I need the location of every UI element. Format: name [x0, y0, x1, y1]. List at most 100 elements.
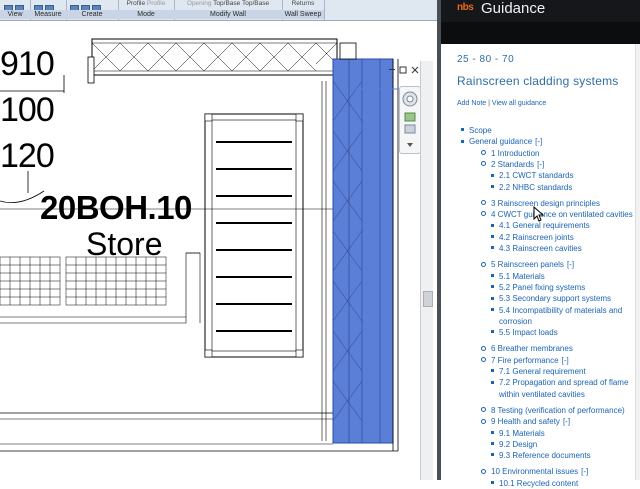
browser-scrollbar[interactable]: [635, 44, 640, 480]
toc-item[interactable]: 1 Introduction: [481, 149, 539, 159]
toc-item-continuation[interactable]: corrosion: [499, 317, 532, 327]
ribbon-group-create[interactable]: Create: [66, 0, 119, 20]
room-name-tag[interactable]: 20BOH.10: [40, 191, 192, 225]
ribbon-group-label: Wall Sweep: [282, 10, 324, 19]
toc-item[interactable]: 5.5 Impact loads: [491, 328, 558, 338]
toc-item[interactable]: 9.2 Design: [491, 440, 537, 450]
ribbon-top-labels: Profile Profile: [126, 0, 166, 7]
toc-item-label: 10 Environmental issues: [491, 467, 579, 477]
bullet-icon: [491, 184, 494, 188]
toc-item[interactable]: 9 Health and safety [-]: [481, 417, 570, 427]
view-icons: [4, 1, 26, 14]
bullet-icon: [481, 161, 486, 167]
bullet-icon: [491, 380, 494, 384]
bullet-icon: [491, 285, 494, 289]
toc-item[interactable]: General guidance [-]: [461, 137, 542, 147]
toc-item-label: 4.3 Rainscreen cavities: [499, 244, 582, 253]
measure-icons: [34, 1, 62, 14]
toc-item-label: Scope: [469, 126, 492, 135]
toc-item[interactable]: 7.1 General requirement: [491, 367, 586, 377]
navigation-bar[interactable]: [399, 86, 421, 154]
ribbon-group-measure[interactable]: Measure: [30, 0, 67, 20]
room-number-label: 100: [0, 91, 55, 129]
toc-item[interactable]: 7 Fire performance [-]: [481, 356, 569, 366]
toc-item-label: 5.3 Secondary support systems: [499, 294, 612, 304]
bullet-icon: [491, 246, 494, 250]
room-type-tag[interactable]: Store: [86, 227, 162, 261]
view-all-guidance-link[interactable]: View all guidance: [492, 100, 546, 107]
bullet-icon: [491, 330, 494, 334]
bullet-icon: [481, 418, 486, 424]
ribbon-group-view[interactable]: View: [0, 0, 31, 20]
toc-item[interactable]: 5.1 Materials: [491, 272, 545, 282]
toc-item[interactable]: 5.4 Incompatibility of materials and: [491, 306, 622, 316]
toc-item-label: 5.1 Materials: [499, 271, 545, 281]
toc-item[interactable]: 9.3 Reference documents: [491, 451, 591, 461]
bullet-icon: [491, 453, 494, 457]
toc-item[interactable]: 2 Standards [-]: [481, 160, 544, 170]
toc-item[interactable]: 10 Environmental issues [-]: [481, 467, 588, 477]
toc-item[interactable]: 4.1 General requirements: [491, 221, 590, 231]
toc-item[interactable]: 10.1 Recycled content: [491, 479, 578, 489]
toc-item-label: 7.2 Propagation and spread of flame: [499, 378, 629, 388]
guidance-links: Add Note | View all guidance: [457, 100, 546, 107]
section-title: Rainscreen cladding systems: [457, 74, 619, 88]
ribbon-top-labels: Returns: [291, 0, 315, 7]
toc-toggle[interactable]: [-]: [581, 467, 588, 476]
ribbon-group-modify-wall[interactable]: Opening Top/Base Top/Base Modify Wall: [174, 0, 283, 20]
toc-item[interactable]: 4.3 Rainscreen cavities: [491, 244, 582, 254]
toc-item-label: 8 Testing (verification of performance): [491, 405, 625, 415]
scrollbar-thumb[interactable]: [423, 291, 433, 307]
vertical-scrollbar[interactable]: [420, 61, 433, 480]
create-icons: [70, 1, 114, 14]
window-controls-icons: [389, 66, 419, 74]
room-number-label: 120: [0, 137, 55, 175]
toc-item[interactable]: 4 CWCT guidance on ventilated cavities[-…: [481, 210, 640, 220]
toc-item[interactable]: 5.3 Secondary support systems: [491, 294, 611, 304]
toc-item-label: 4 CWCT guidance on ventilated cavities: [491, 210, 633, 220]
toc-item[interactable]: 9.1 Materials: [491, 429, 545, 439]
ribbon-top-labels: Opening Top/Base Top/Base: [186, 0, 270, 7]
toc-toggle[interactable]: [-]: [535, 137, 542, 146]
toc-item-label: 6 Breather membranes: [491, 344, 573, 354]
toc-item-label: 9 Health and safety: [491, 417, 560, 427]
toc-item-continuation[interactable]: within ventilated cavities: [499, 390, 585, 400]
add-note-link[interactable]: Add Note: [457, 100, 486, 107]
bullet-icon: [491, 296, 494, 300]
guidance-content: 25 - 80 - 70 Rainscreen cladding systems…: [441, 44, 640, 488]
bullet-icon: [481, 200, 486, 206]
toc-item[interactable]: 6 Breather membranes: [481, 344, 573, 354]
toc-toggle[interactable]: [-]: [562, 356, 569, 365]
toc-item[interactable]: 2.2 NHBC standards: [491, 183, 572, 193]
toc-item[interactable]: 5 Rainscreen panels [-]: [481, 260, 574, 270]
drawing-view[interactable]: 910 100 120 20BOH.10 Store: [0, 21, 437, 480]
toc-item[interactable]: 4.2 Rainscreen joints: [491, 233, 574, 243]
bullet-icon: [491, 481, 494, 485]
ribbon-group-label: Measure: [30, 10, 66, 19]
steering-wheel-icon: [402, 91, 418, 147]
toc-item[interactable]: 7.2 Propagation and spread of flame: [491, 378, 628, 388]
ribbon-group-label: Modify Wall: [174, 10, 282, 19]
ribbon-group-wall-sweep[interactable]: Returns Wall Sweep: [282, 0, 325, 20]
toc-item-label: 2 Standards: [491, 159, 535, 169]
bullet-icon: [491, 223, 494, 227]
mouse-cursor-icon: [533, 206, 545, 222]
toc-item[interactable]: 2.1 CWCT standards: [491, 171, 574, 181]
toc-toggle[interactable]: [-]: [563, 417, 570, 426]
toc-toggle[interactable]: [-]: [567, 260, 574, 269]
bullet-icon: [481, 345, 486, 351]
ribbon-group-label: Create: [66, 10, 118, 19]
toc-item[interactable]: 5.2 Panel fixing systems: [491, 283, 585, 293]
toc-item[interactable]: Scope: [461, 126, 492, 136]
cad-application-window: View Measure Create Profile Profile Mode…: [0, 0, 437, 480]
bullet-icon: [491, 369, 494, 373]
toc-item-label: 2.2 NHBC standards: [499, 182, 573, 192]
toc-item-label: 9.1 Materials: [499, 428, 545, 438]
bullet-icon: [491, 307, 494, 311]
bullet-icon: [481, 149, 486, 155]
ribbon-group-mode[interactable]: Profile Profile Mode: [118, 0, 175, 20]
toc-item-label: 5.5 Impact loads: [499, 328, 558, 338]
toc-toggle[interactable]: [-]: [537, 160, 544, 169]
toc-item[interactable]: 8 Testing (verification of performance): [481, 406, 625, 416]
toc-item-label: 1 Introduction: [491, 148, 540, 158]
